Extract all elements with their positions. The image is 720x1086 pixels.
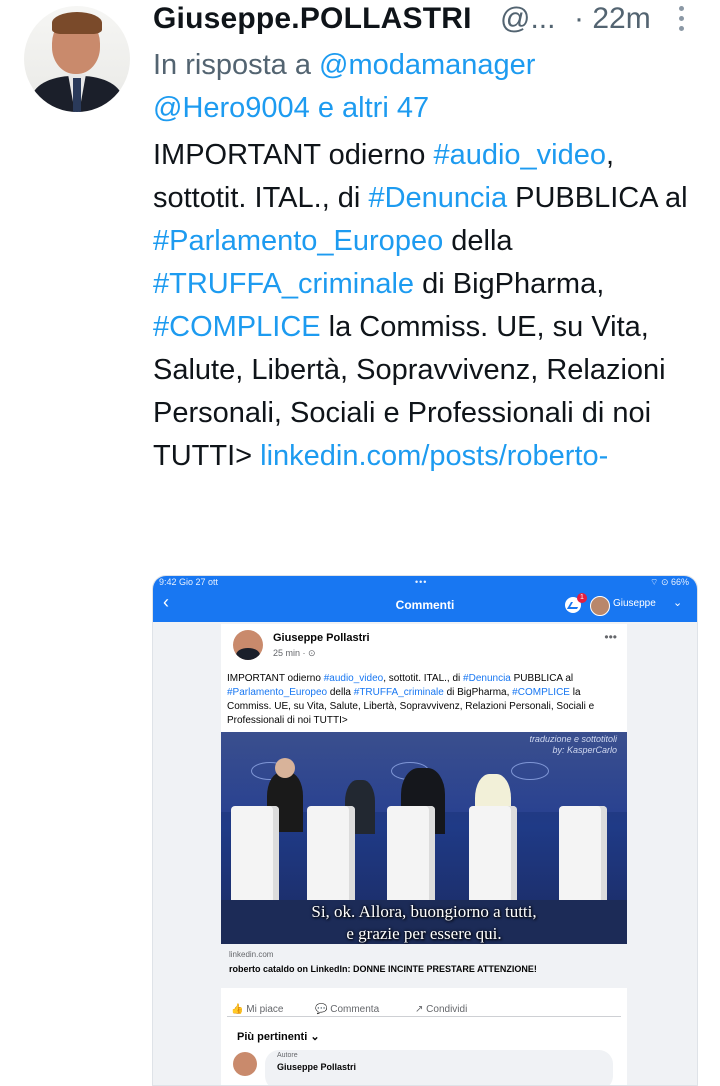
like-label: Mi piace: [246, 1004, 284, 1015]
video-subtitle-line1: Si, ok. Allora, buongiorno a tutti,: [311, 902, 537, 921]
eu-logo-icon: [511, 762, 549, 780]
author-display-name[interactable]: Giuseppe.POLLASTRI: [153, 2, 472, 36]
video-subtitle-line2: e grazie per essere qui.: [346, 924, 502, 943]
post-actions: 👍 Mi piace 💬 Commenta ↗ Condividi: [221, 1000, 627, 1020]
hashtag-link[interactable]: #COMPLICE: [512, 687, 570, 698]
podium: [307, 806, 355, 906]
comment-sort: Più pertinenti ⌄: [237, 1031, 320, 1043]
video-frame: traduzione e sottotitoli by: KasperCarlo …: [221, 732, 627, 944]
hashtag-link[interactable]: linkedin.com/posts/roberto-: [260, 440, 608, 472]
hashtag-link[interactable]: #TRUFFA_criminale: [354, 687, 444, 698]
speaker-head: [275, 758, 295, 778]
podium: [559, 806, 607, 906]
reply-prefix: In risposta a: [153, 49, 320, 81]
post-author-avatar: [233, 630, 263, 660]
comment-action: 💬 Commenta: [315, 1004, 380, 1015]
attached-image[interactable]: 9:42 Gio 27 ott ••• ⌔ ⊙ 66% ‹ Commenti 1…: [152, 575, 698, 1086]
like-action: 👍 Mi piace: [231, 1004, 284, 1015]
status-time: 9:42 Gio 27 ott: [159, 577, 219, 587]
post-meta: 25 min · ⊙: [273, 648, 316, 658]
text-run: della: [443, 225, 513, 257]
link-domain: linkedin.com: [229, 950, 274, 959]
share-action: ↗ Condividi: [415, 1004, 468, 1015]
share-label: Condividi: [426, 1004, 468, 1015]
text-run: IMPORTANT odierno: [153, 139, 434, 171]
notification-badge: 1: [577, 593, 587, 603]
reply-others-link[interactable]: e altri 47: [310, 92, 429, 124]
hashtag-link[interactable]: #Parlamento_Europeo: [227, 687, 327, 698]
podium: [231, 806, 279, 906]
link-preview: linkedin.com roberto cataldo on LinkedIn…: [221, 944, 627, 988]
comment-avatar: [233, 1052, 257, 1076]
device-status-bar: 9:42 Gio 27 ott ••• ⌔ ⊙ 66%: [153, 576, 697, 590]
text-run: , sottotit. ITAL., di: [383, 673, 464, 684]
comment-author: Giuseppe Pollastri: [277, 1062, 357, 1072]
comment-label: Commenta: [330, 1004, 380, 1015]
mention-link[interactable]: @modamanager: [319, 49, 535, 81]
hashtag-link[interactable]: #Denuncia: [368, 182, 507, 214]
comment-item: Autore Giuseppe Pollastri: [233, 1050, 613, 1085]
status-battery: ⌔ ⊙ 66%: [649, 577, 689, 587]
reply-context: In risposta a @modamanager @Hero9004 e al…: [153, 44, 693, 130]
post-author-name: Giuseppe Pollastri: [273, 632, 370, 644]
hashtag-link[interactable]: #audio_video: [324, 673, 384, 684]
post-more-icon: •••: [604, 630, 617, 644]
profile-avatar: [590, 596, 610, 616]
podium: [469, 806, 517, 906]
mention-link[interactable]: @Hero9004: [153, 92, 310, 124]
fb-post-card: Giuseppe Pollastri 25 min · ⊙ ••• IMPORT…: [221, 624, 627, 1085]
text-run: IMPORTANT odierno: [227, 673, 324, 684]
text-run: PUBBLICA al: [510, 673, 574, 684]
more-options-icon[interactable]: [674, 6, 688, 32]
status-dots: •••: [415, 577, 428, 587]
text-run: di BigPharma,: [414, 268, 605, 300]
video-watermark: traduzione e sottotitoli by: KasperCarlo: [529, 734, 617, 755]
author-handle[interactable]: @...: [500, 2, 555, 36]
actions-divider: [227, 1016, 621, 1017]
text-run: della: [327, 687, 354, 698]
link-title: roberto cataldo on LinkedIn: DONNE INCIN…: [229, 964, 537, 974]
author-avatar[interactable]: [24, 6, 130, 112]
hashtag-link[interactable]: #Parlamento_Europeo: [153, 225, 443, 257]
author-badge: Autore: [277, 1052, 298, 1059]
profile-name: Giuseppe: [613, 598, 656, 609]
avatar-tie: [73, 78, 81, 112]
tweet-text: IMPORTANT odierno #audio_video, sottotit…: [153, 134, 713, 478]
hashtag-link[interactable]: #Denuncia: [463, 673, 511, 684]
podium: [387, 806, 435, 906]
avatar-hair: [52, 12, 102, 34]
chevron-down-icon: ⌄: [673, 597, 683, 609]
text-run: di BigPharma,: [443, 687, 513, 698]
tweet-timestamp[interactable]: · 22m: [574, 2, 651, 36]
post-text: IMPORTANT odierno #audio_video, sottotit…: [227, 672, 623, 728]
hashtag-link[interactable]: #COMPLICE: [153, 311, 321, 343]
hashtag-link[interactable]: #TRUFFA_criminale: [153, 268, 414, 300]
fb-header-bar: 9:42 Gio 27 ott ••• ⌔ ⊙ 66% ‹ Commenti 1…: [153, 576, 697, 622]
hashtag-link[interactable]: #audio_video: [433, 139, 606, 171]
text-run: PUBBLICA al: [507, 182, 688, 214]
